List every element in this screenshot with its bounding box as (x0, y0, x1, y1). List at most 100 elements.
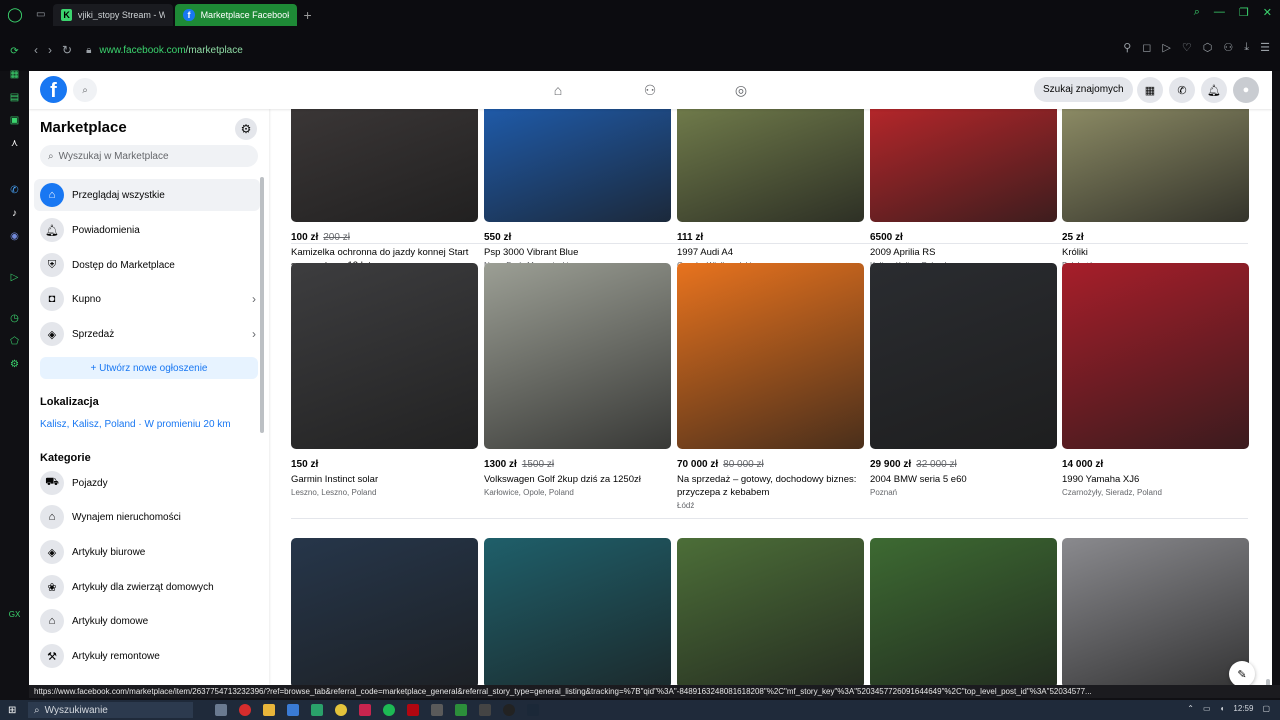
gx-box-icon[interactable]: ⬠ (10, 336, 19, 350)
listing-card[interactable] (870, 538, 1057, 685)
network-icon[interactable]: ▭ (1203, 704, 1211, 713)
sidebar-scrollbar[interactable] (260, 177, 264, 433)
search-icon[interactable]: ⌕ (73, 78, 97, 102)
listing-image[interactable] (870, 538, 1057, 685)
category-household[interactable]: ⌂ Artykuły domowe (34, 605, 260, 637)
tab-manager-icon[interactable]: ▭ (36, 9, 45, 20)
listing-title[interactable]: 2004 BMW seria 5 e60 (870, 473, 1057, 486)
listing-image[interactable] (870, 109, 1057, 222)
discord-icon[interactable]: ◉ (10, 231, 19, 245)
listing-card[interactable] (677, 538, 864, 685)
listing-card[interactable]: 29 900 zł 32 000 zł 2004 BMW seria 5 e60 Po… (870, 263, 1057, 497)
listing-card[interactable] (484, 538, 671, 685)
sidebar-item-selling[interactable]: ◈ Sprzedaż › (34, 318, 260, 350)
windows-start-icon[interactable]: ⊞ (8, 705, 28, 716)
url-field[interactable]: 🔒︎ www.facebook.com/marketplace (86, 45, 243, 56)
app-icon[interactable] (431, 704, 443, 716)
home-nav-icon[interactable]: ⌂ (548, 80, 568, 100)
messenger-icon[interactable]: ✆ (1169, 77, 1195, 103)
listing-title[interactable]: Garmin Instinct solar (291, 473, 478, 486)
clock[interactable]: 12:59 (1233, 704, 1253, 713)
listing-card[interactable]: 14 000 zł 1990 Yamaha XJ6 Czarnożyły, Sier… (1062, 263, 1249, 497)
listing-card[interactable]: 1300 zł 1500 zł Volkswagen Golf 2kup dziś … (484, 263, 671, 497)
taskbar-search[interactable]: ⌕ Wyszukiwanie (28, 702, 193, 718)
listing-card[interactable]: 550 złPsp 3000 Vibrant BlueNowy Dwór Maz… (484, 109, 671, 270)
listing-image[interactable] (291, 263, 478, 449)
profile-icon[interactable]: ⚇ (1223, 41, 1233, 54)
listing-card[interactable]: 25 złKrólikiBełchatów (1062, 109, 1249, 270)
tab-marketplace[interactable]: f Marketplace Facebooka (175, 3, 298, 26)
friends-nav-icon[interactable]: ⚇ (640, 80, 660, 100)
gx-arrow-icon[interactable]: ⋏ (11, 138, 18, 152)
back-icon[interactable]: ‹ (34, 43, 38, 57)
pin-icon[interactable]: ⚲ (1123, 41, 1131, 54)
notifications-icon[interactable]: ▢ (1262, 704, 1270, 713)
listing-card[interactable]: 111 zł1997 Audi A4Gorzów Wielkopolski (677, 109, 864, 270)
folder-icon[interactable] (263, 704, 275, 716)
app-icon[interactable] (455, 704, 467, 716)
location-link[interactable]: Kalisz, Kalisz, Poland · W promieniu 20 … (40, 419, 231, 430)
listing-image[interactable] (291, 109, 478, 222)
opera-icon[interactable] (239, 704, 251, 716)
listing-card[interactable]: 100 zł 200 zł Kamizelka ochronna do jazdy … (291, 109, 478, 283)
sidebar-item-notifications[interactable]: 🔔︎ Powiadomienia (34, 214, 260, 246)
new-tab-icon[interactable]: + (303, 7, 311, 23)
spotify-icon[interactable] (383, 704, 395, 716)
heart-icon[interactable]: ♡ (1182, 41, 1192, 54)
gx-player-icon[interactable]: ▣ (10, 115, 19, 129)
messenger-sidebar-icon[interactable]: ✆ (10, 185, 18, 199)
opera-gx-icon[interactable] (359, 704, 371, 716)
volume-icon[interactable]: ◖ (1220, 704, 1225, 713)
extensions-icon[interactable]: ⬡ (1203, 41, 1213, 54)
search-tabs-icon[interactable]: ⌕ (1194, 6, 1200, 19)
forward-icon[interactable]: › (48, 43, 52, 57)
chrome-icon[interactable] (335, 704, 347, 716)
listing-card[interactable] (291, 538, 478, 685)
app-icon[interactable] (479, 704, 491, 716)
listing-title[interactable]: 1990 Yamaha XJ6 (1062, 473, 1249, 486)
close-icon[interactable]: ✕ (1263, 6, 1272, 19)
reload-icon[interactable]: ↻ (62, 43, 72, 57)
category-home-improvement[interactable]: ⚒ Artykuły remontowe (34, 640, 260, 672)
notifications-bell-icon[interactable]: 🔔︎ (1201, 77, 1227, 103)
category-office-supplies[interactable]: ◈ Artykuły biurowe (34, 536, 260, 568)
steam-icon[interactable] (527, 704, 539, 716)
listing-image[interactable] (677, 538, 864, 685)
snapshot-icon[interactable]: ◻ (1142, 41, 1151, 54)
listing-title[interactable]: Volkswagen Golf 2kup dziś za 1250zł (484, 473, 671, 486)
tiktok-icon[interactable]: ♪ (12, 208, 17, 222)
listing-image[interactable] (484, 263, 671, 449)
app-icon[interactable] (287, 704, 299, 716)
listing-image[interactable] (484, 109, 671, 222)
listing-title[interactable]: 1997 Audi A4 (677, 246, 864, 259)
groups-nav-icon[interactable]: ◎ (731, 80, 751, 100)
page-scrollbar[interactable] (1264, 109, 1272, 685)
find-friends-button[interactable]: Szukaj znajomych (1034, 77, 1133, 102)
play-icon[interactable]: ▷ (1162, 41, 1170, 54)
category-pet-supplies[interactable]: ❀ Artykuły dla zwierząt domowych (34, 571, 260, 603)
category-property-rentals[interactable]: ⌂ Wynajem nieruchomości (34, 501, 260, 533)
listing-title[interactable]: Na sprzedaż – gotowy, dochodowy biznes: … (677, 473, 864, 499)
netflix-icon[interactable] (407, 704, 419, 716)
listing-image[interactable] (677, 263, 864, 449)
listing-card[interactable]: 70 000 zł 80 000 zł Na sprzedaż – gotowy, … (677, 263, 864, 510)
sidebar-item-buying[interactable]: ◘ Kupno › (34, 283, 260, 315)
task-view-icon[interactable] (215, 704, 227, 716)
gx-stickers-icon[interactable]: ▤ (10, 92, 19, 106)
category-vehicles[interactable]: ⛟ Pojazdy (34, 467, 260, 499)
listing-image[interactable] (1062, 263, 1249, 449)
gx-corner-icon[interactable]: ▦ (10, 69, 19, 83)
maximize-icon[interactable]: ❐ (1239, 6, 1249, 19)
sidebar-item-browse-all[interactable]: ⌂ Przeglądaj wszystkie (34, 179, 260, 211)
gx-play-icon[interactable]: ▷ (11, 272, 19, 286)
listing-image[interactable] (870, 263, 1057, 449)
listing-card[interactable]: 150 zł Garmin Instinct solar Leszno, Leszn… (291, 263, 478, 497)
obs-icon[interactable] (503, 704, 515, 716)
history-icon[interactable]: ◷ (10, 313, 19, 327)
listing-title[interactable]: 2009 Aprilia RS (870, 246, 1057, 259)
create-listing-button[interactable]: + Utwórz nowe ogłoszenie (40, 357, 258, 379)
listing-image[interactable] (1062, 109, 1249, 222)
listing-image[interactable] (1062, 538, 1249, 685)
opera-gx-logo-icon[interactable]: ◯ (0, 0, 30, 29)
gear-icon[interactable]: ⚙ (235, 118, 257, 140)
